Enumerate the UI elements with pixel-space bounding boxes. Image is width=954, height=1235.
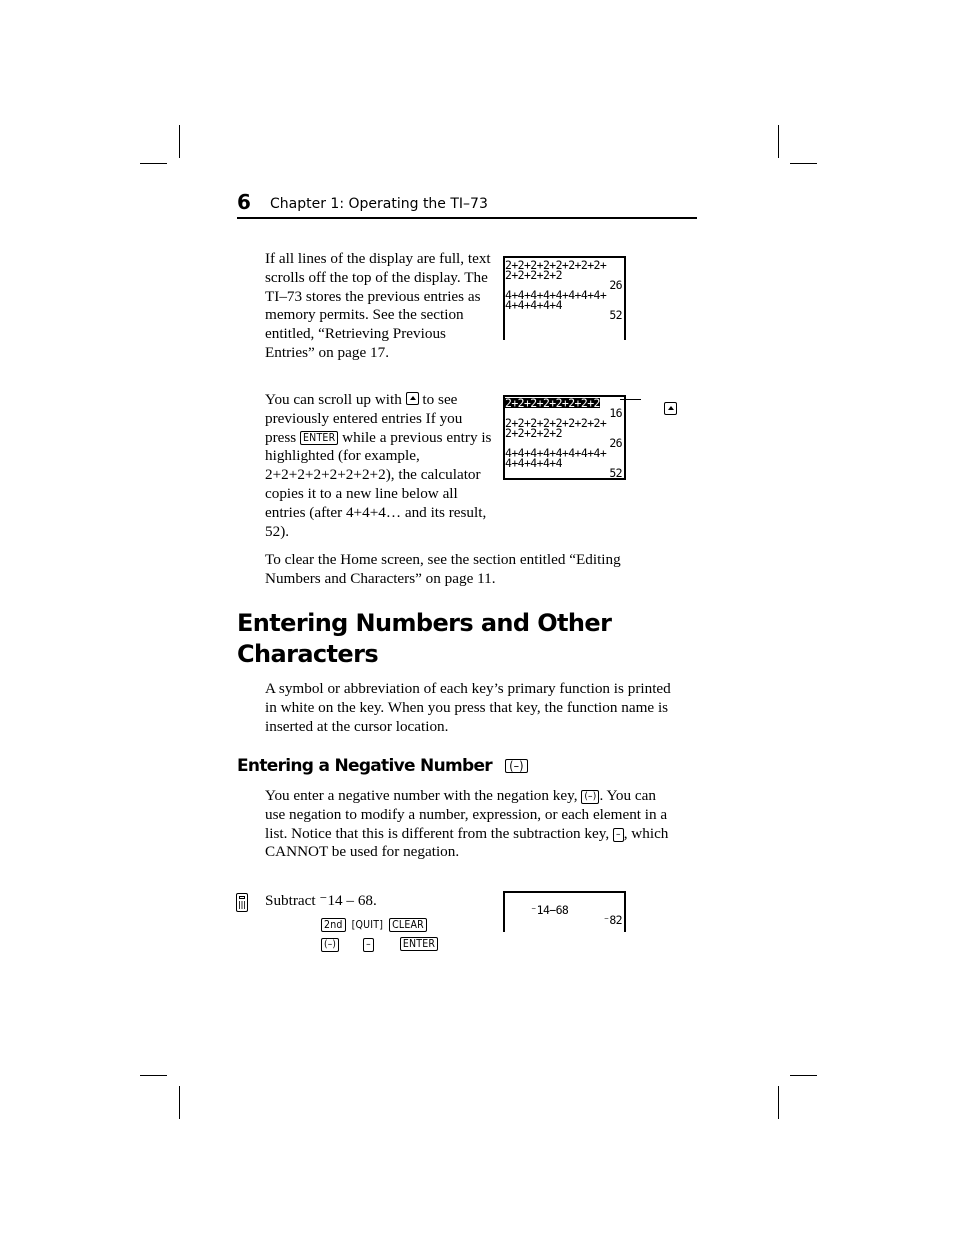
paragraph-negation: You enter a negative number with the neg… bbox=[265, 787, 669, 861]
crop-mark bbox=[140, 1075, 167, 1076]
clear-key-icon: CLEAR bbox=[389, 918, 427, 932]
chapter-title: Chapter 1: Operating the TI–73 bbox=[270, 196, 488, 212]
crop-mark bbox=[790, 1075, 817, 1076]
screen-expression: ⁻14−68 bbox=[530, 903, 569, 917]
page-header: 6 Chapter 1: Operating the TI–73 bbox=[237, 190, 697, 219]
paragraph-scroll-up: You can scroll up with to see previously… bbox=[265, 391, 492, 540]
crop-mark bbox=[790, 163, 817, 164]
paragraph-clear-home: To clear the Home screen, see the sectio… bbox=[265, 551, 621, 587]
page-number: 6 bbox=[237, 190, 251, 214]
screen-line bbox=[505, 320, 624, 330]
calculator-screen-1: 2+2+2+2+2+2+2+2+ 2+2+2+2+2 26 4+4+4+4+4+4+4… bbox=[503, 256, 626, 340]
paragraph-scroll-intro: If all lines of the display are full, te… bbox=[265, 250, 491, 361]
crop-mark bbox=[179, 1086, 180, 1119]
section-heading: Entering Numbers and Other Characters bbox=[237, 609, 612, 668]
calculator-screen-2: 2+2+2+2+2+2+2+2 16 2+2+2+2+2+2+2+2+ 2+2+2+… bbox=[503, 395, 626, 480]
paragraph-key-functions: A symbol or abbreviation of each key’s p… bbox=[265, 680, 671, 735]
crop-mark bbox=[778, 125, 779, 158]
subtraction-key-icon: – bbox=[363, 938, 374, 952]
keystroke-row-2: (–) – ENTER bbox=[321, 935, 439, 953]
negation-key-icon: (–) bbox=[505, 759, 528, 773]
screen-result: ⁻82 bbox=[603, 913, 623, 927]
enter-key-icon: ENTER bbox=[300, 430, 339, 445]
crop-mark bbox=[179, 125, 180, 158]
enter-key-icon: ENTER bbox=[399, 937, 439, 951]
negation-key-icon: (–) bbox=[581, 790, 600, 804]
calculator-icon bbox=[236, 893, 248, 912]
highlighted-entry: 2+2+2+2+2+2+2+2 bbox=[505, 396, 600, 410]
quit-key-icon: [QUIT] bbox=[351, 919, 384, 931]
crop-mark bbox=[778, 1086, 779, 1119]
2nd-key-icon: 2nd bbox=[321, 918, 346, 932]
callout-line bbox=[620, 399, 641, 400]
up-arrow-key-icon bbox=[664, 402, 677, 415]
example-instruction: Subtract ⁻14 – 68. bbox=[265, 892, 377, 909]
crop-mark bbox=[140, 163, 167, 164]
up-arrow-key-icon bbox=[405, 392, 419, 405]
subtraction-key-icon: – bbox=[612, 827, 624, 842]
keystroke-row-1: 2nd [QUIT] CLEAR bbox=[321, 916, 427, 934]
subsection-heading: Entering a Negative Number (–) bbox=[237, 756, 528, 776]
calculator-screen-3: ⁻14−68 ⁻82 bbox=[503, 891, 626, 932]
negation-key-icon: (–) bbox=[321, 938, 340, 952]
